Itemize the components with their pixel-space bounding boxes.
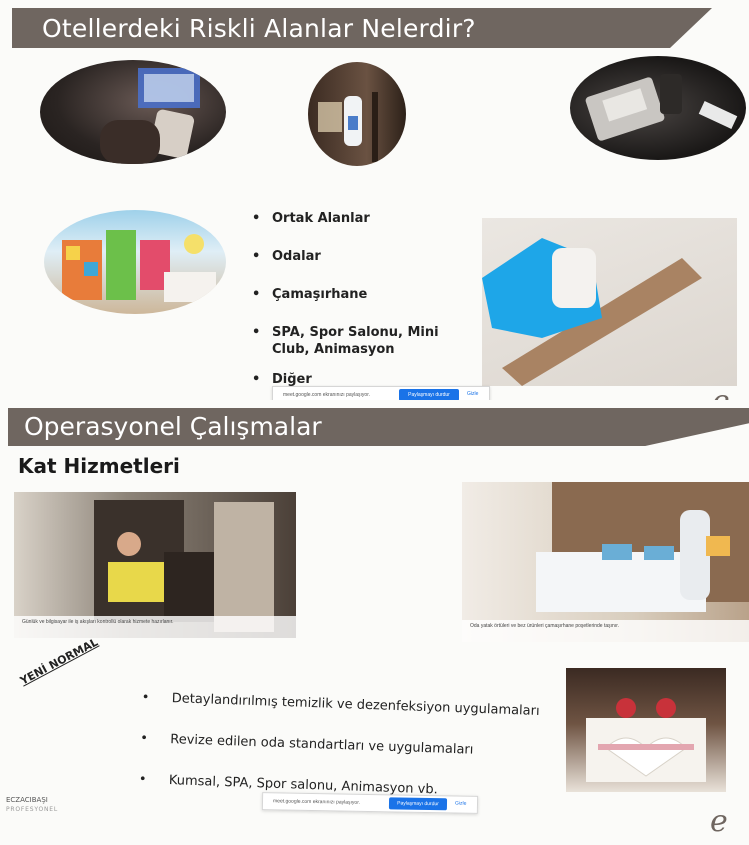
slide-2-title: Operasyonel Çalışmalar [24,412,322,441]
door-hanger-image [308,62,406,166]
risk-areas-list: Ortak Alanlar Odalar Çamaşırhane SPA, Sp… [250,210,460,400]
list-item: Çamaşırhane [250,286,460,303]
photo-caption-left: Günlük ve bilgisayar ile iş akışları kon… [14,616,296,638]
eczacibasi-logo-icon: e [712,384,730,400]
list-item: Revize edilen oda standartları ve uygula… [138,731,568,761]
list-item: Odalar [250,248,460,265]
eczacibasi-logo-icon: e [710,804,728,839]
hide-button[interactable]: Gizle [467,391,478,397]
brand-name: ECZACIBAŞI [6,796,48,804]
hotel-phone-image [570,56,746,160]
brand-sub: PROFESYONEL [6,806,59,813]
towel-art-image [566,668,726,792]
screen-share-bar: meet.google.com ekranınızı paylaşıyor. P… [272,386,490,400]
section-title: Kat Hizmetleri [18,454,180,478]
screen-share-bar: meet.google.com ekranınızı paylaşıyor. P… [261,792,479,814]
photo-caption-right: Oda yatak örtüleri ve bez ürünleri çamaş… [462,620,749,642]
housekeeping-cart-image: Günlük ve bilgisayar ile iş akışları kon… [14,492,296,638]
tv-remote-image [40,60,226,164]
list-item: Detaylandırılmış temizlik ve dezenfeksiy… [139,690,569,720]
list-item: SPA, Spor Salonu, Mini Club, Animasyon [250,324,460,358]
list-item: Ortak Alanlar [250,210,460,227]
bed-making-image: Oda yatak örtüleri ve bez ürünleri çamaş… [462,482,749,642]
kids-club-image [44,210,226,314]
stop-sharing-button[interactable]: Paylaşmayı durdur [399,389,459,400]
slide-2: Operasyonel Çalışmalar Kat Hizmetleri Gü… [0,400,749,845]
stop-sharing-button[interactable]: Paylaşmayı durdur [388,797,448,811]
slide-1-title-bar: Otellerdeki Riskli Alanlar Nelerdir? [12,8,712,48]
slide-2-title-bar: Operasyonel Çalışmalar [8,408,749,446]
share-bar-text: meet.google.com ekranınızı paylaşıyor. [283,392,370,398]
brand-logo: ECZACIBAŞI PROFESYONEL [6,796,58,814]
share-bar-text: meet.google.com ekranınızı paylaşıyor. [272,798,361,806]
slide-1: Otellerdeki Riskli Alanlar Nelerdir? • O… [0,0,749,400]
hide-button[interactable]: Gizle [455,800,467,806]
slide-1-title: Otellerdeki Riskli Alanlar Nelerdir? [42,14,476,43]
new-normal-label: YENİ NORMAL [18,635,101,688]
disinfection-image [482,218,737,386]
